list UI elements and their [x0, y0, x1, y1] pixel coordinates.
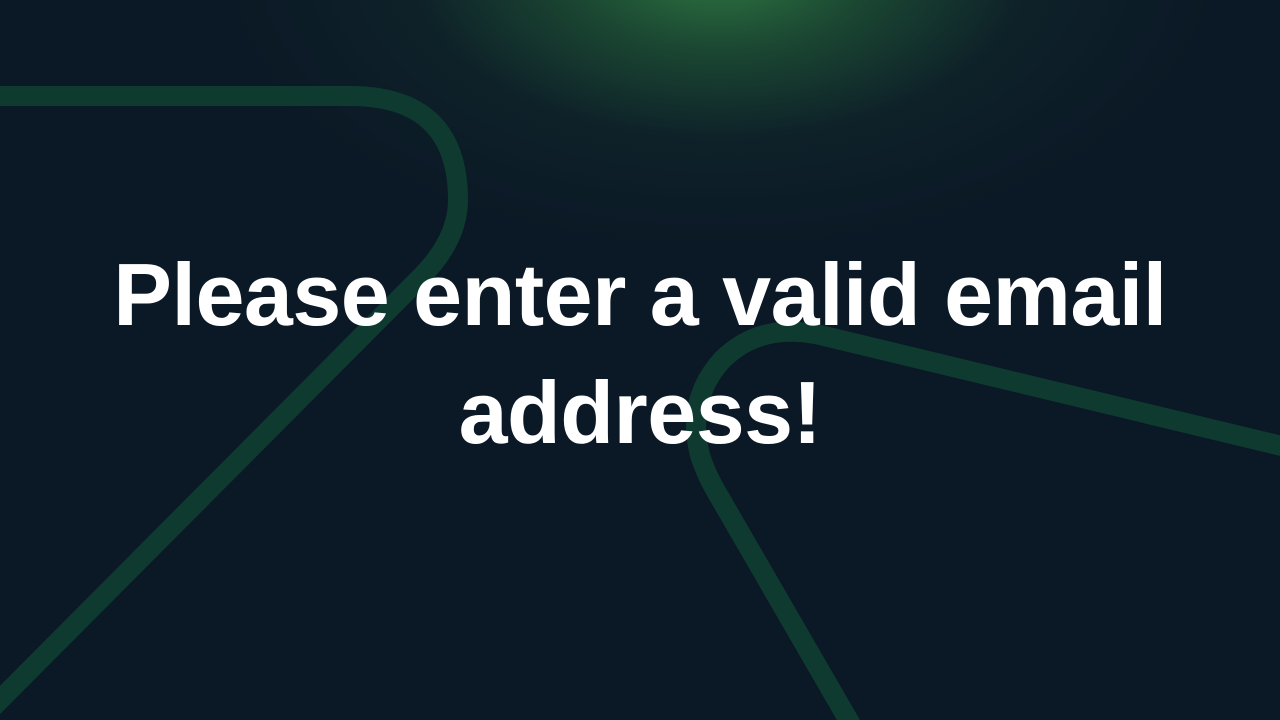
validation-message: Please enter a valid email address!: [113, 245, 1167, 462]
validation-screen: Please enter a valid email address!: [0, 0, 1280, 720]
message-container: Please enter a valid email address!: [0, 0, 1280, 720]
